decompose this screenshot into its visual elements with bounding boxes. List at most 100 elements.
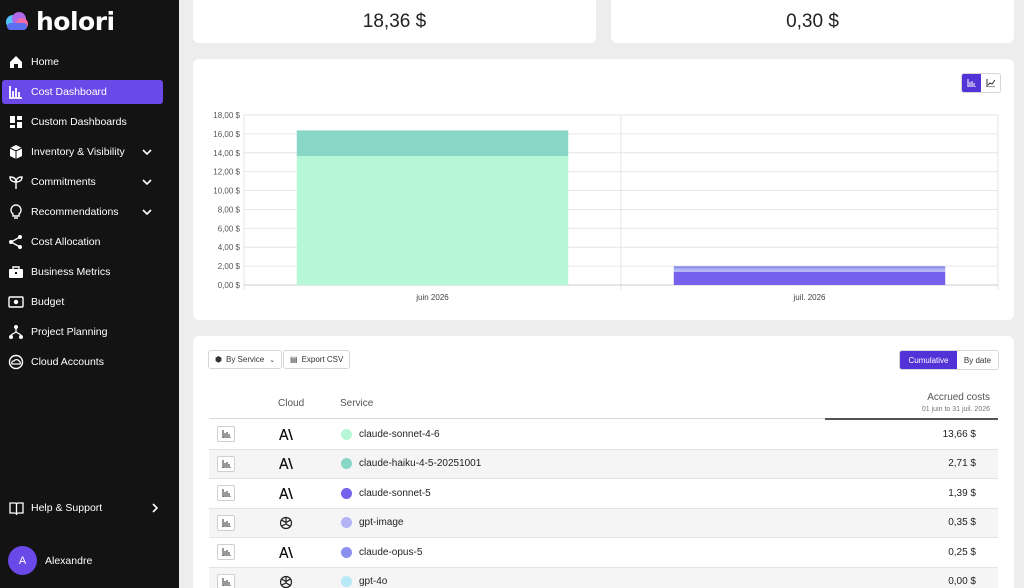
holori-logo[interactable]: holori <box>4 6 115 36</box>
col-cloud[interactable]: Cloud <box>278 398 304 409</box>
avatar: A <box>8 546 37 575</box>
by-date-toggle[interactable]: By date <box>957 351 998 369</box>
row-chart-button[interactable] <box>217 514 235 531</box>
sidebar: holori Home Cost Dashboard Custom Dashboar… <box>0 0 179 588</box>
anthropic-icon <box>279 486 293 500</box>
bar-chart-icon <box>8 84 24 100</box>
chevron-down-icon <box>141 206 153 218</box>
row-chart-button[interactable] <box>217 455 235 472</box>
y-tick-label: 12,00 $ <box>213 168 240 177</box>
help-support-link[interactable]: Help & Support <box>0 497 179 519</box>
stacked-bar-chart: 0,00 $ 2,00 $ 4,00 $ 6,00 $ 8,00 $ 10,00 $ 12,… <box>213 111 999 302</box>
bar-segment <box>673 266 946 269</box>
lightbulb-icon <box>8 204 24 220</box>
hierarchy-icon <box>8 324 24 340</box>
user-name: Alexandre <box>45 554 93 567</box>
table-row[interactable]: claude-sonnet-4-6 13,66 $ <box>209 420 998 450</box>
openai-icon <box>279 516 293 530</box>
service-color-dot <box>341 576 352 588</box>
cost-chart-card: 0,00 $ 2,00 $ 4,00 $ 6,00 $ 8,00 $ 10,00 $ 12,… <box>193 59 1014 320</box>
service-cost: 1,39 $ <box>948 487 976 499</box>
row-chart-button[interactable] <box>217 485 235 502</box>
sidebar-item-label: Commitments <box>31 176 96 188</box>
book-icon <box>8 500 24 516</box>
anthropic-icon <box>279 457 293 471</box>
table-row[interactable]: claude-sonnet-5 1,39 $ <box>209 479 998 509</box>
group-by-dropdown[interactable]: ⬢ By Service ⌄ <box>208 350 283 369</box>
cube-icon <box>8 144 24 160</box>
service-name: claude-sonnet-4-6 <box>359 428 440 440</box>
table-row[interactable]: claude-haiku-4-5-20251001 2,71 $ <box>209 449 998 479</box>
service-name: gpt-image <box>359 517 404 529</box>
bar-chart-icon <box>222 577 231 586</box>
sidebar-item-label: Inventory & Visibility <box>31 146 125 158</box>
dashboard-grid-icon <box>8 114 24 130</box>
sidebar-item-label: Project Planning <box>31 326 108 338</box>
help-label: Help & Support <box>31 502 103 514</box>
chevron-down-icon <box>141 146 153 158</box>
sidebar-item-label: Custom Dashboards <box>31 116 127 128</box>
sidebar-item-recommendations[interactable]: Recommendations <box>0 200 179 224</box>
sidebar-item-budget[interactable]: Budget <box>0 290 179 314</box>
row-chart-button[interactable] <box>217 426 235 443</box>
y-tick-label: 0,00 $ <box>218 281 241 290</box>
table-row[interactable]: claude-opus-5 0,25 $ <box>209 538 998 568</box>
user-profile[interactable]: A Alexandre <box>8 546 92 575</box>
cloud-logo-icon <box>4 10 30 32</box>
sidebar-item-label: Cost Allocation <box>31 236 101 248</box>
sidebar-item-cost-allocation[interactable]: Cost Allocation <box>0 230 179 254</box>
share-icon <box>8 234 24 250</box>
sidebar-item-custom-dashboards[interactable]: Custom Dashboards <box>0 110 179 134</box>
bar-chart-icon <box>222 489 231 498</box>
sidebar-item-label: Cost Dashboard <box>31 86 107 98</box>
row-chart-button[interactable] <box>217 573 235 588</box>
sidebar-item-label: Business Metrics <box>31 266 111 278</box>
y-tick-label: 18,00 $ <box>213 111 240 120</box>
service-color-dot <box>341 428 352 440</box>
table-header: Cloud Service Accrued costs 01 juin to 3… <box>209 388 998 420</box>
sidebar-item-cloud-accounts[interactable]: Cloud Accounts <box>0 350 179 374</box>
kpi-card-secondary: 0,30 $ <box>611 0 1014 43</box>
view-mode-toggle: Cumulative By date <box>899 350 999 370</box>
service-color-dot <box>341 517 352 529</box>
service-color-dot <box>341 546 352 558</box>
sidebar-item-inventory-visibility[interactable]: Inventory & Visibility <box>0 140 179 164</box>
sidebar-item-commitments[interactable]: Commitments <box>0 170 179 194</box>
sidebar-item-label: Cloud Accounts <box>31 356 104 368</box>
table-row[interactable]: gpt-image 0,35 $ <box>209 508 998 538</box>
cost-table-card: ⬢ By Service ⌄ ▤ Export CSV Cumulative B… <box>193 336 1014 588</box>
sidebar-item-label: Recommendations <box>31 206 119 218</box>
export-csv-button[interactable]: ▤ Export CSV <box>283 350 351 369</box>
table-row[interactable]: gpt-4o 0,00 $ <box>209 567 998 588</box>
service-cost: 0,00 $ <box>948 576 976 588</box>
service-cost: 0,25 $ <box>948 546 976 558</box>
y-tick-label: 6,00 $ <box>218 224 241 233</box>
kpi-value: 18,36 $ <box>362 10 427 32</box>
cumulative-toggle[interactable]: Cumulative <box>900 351 957 369</box>
bar-segment <box>296 130 569 156</box>
y-tick-label: 14,00 $ <box>213 149 240 158</box>
bar-segment <box>673 271 946 285</box>
cost-period: 01 juin to 31 juil. 2026 <box>921 406 990 413</box>
sidebar-item-label: Budget <box>31 296 65 308</box>
chevron-down-icon <box>141 176 153 188</box>
kpi-value: 0,30 $ <box>786 10 839 32</box>
y-tick-label: 8,00 $ <box>218 205 241 214</box>
chevron-right-icon <box>149 502 161 514</box>
service-name: claude-haiku-4-5-20251001 <box>359 458 482 470</box>
anthropic-icon <box>279 545 293 559</box>
col-accrued-costs[interactable]: Accrued costs 01 juin to 31 juil. 2026 <box>922 392 990 413</box>
col-service[interactable]: Service <box>340 398 373 409</box>
export-label: Export CSV <box>301 355 344 364</box>
bar-chart-icon <box>222 430 231 439</box>
sidebar-item-project-planning[interactable]: Project Planning <box>0 320 179 344</box>
home-icon <box>8 54 24 70</box>
service-name: gpt-4o <box>359 576 388 588</box>
app-name: holori <box>36 6 115 36</box>
sidebar-item-home[interactable]: Home <box>0 50 179 74</box>
sidebar-item-cost-dashboard[interactable]: Cost Dashboard <box>2 80 163 104</box>
briefcase-icon <box>8 264 24 280</box>
money-icon <box>8 294 24 310</box>
sidebar-item-business-metrics[interactable]: Business Metrics <box>0 260 179 284</box>
row-chart-button[interactable] <box>217 544 235 561</box>
